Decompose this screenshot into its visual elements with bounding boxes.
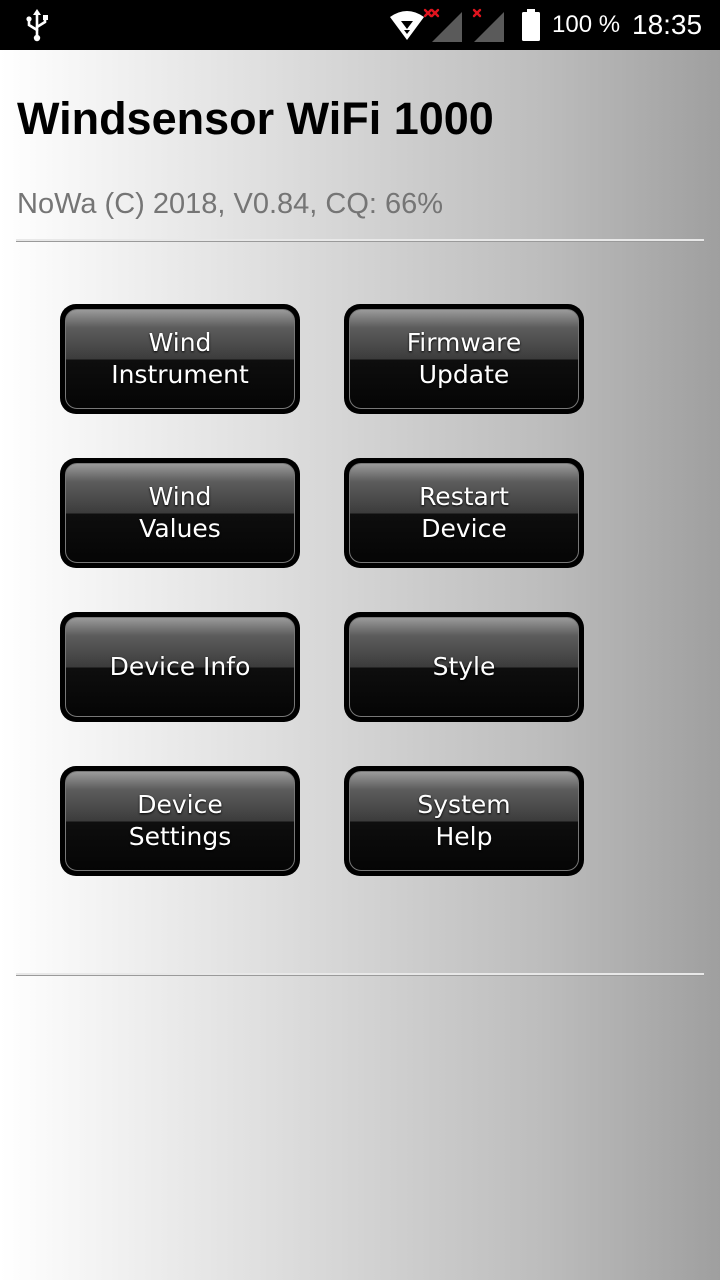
system-help-button[interactable]: System Help [344, 766, 584, 876]
button-label: Restart Device [419, 482, 509, 543]
style-button[interactable]: Style [344, 612, 584, 722]
button-label: Style [432, 652, 496, 681]
button-face: System Help [349, 771, 579, 871]
clock: 18:35 [632, 9, 703, 40]
button-face: Device Settings [65, 771, 295, 871]
button-label: System Help [417, 790, 511, 851]
battery-percentage: 100 % [552, 11, 621, 38]
button-label: Firmware Update [406, 328, 522, 389]
status-bar: 100 % 18:35 [0, 0, 720, 50]
version-info: NoWa (C) 2018, V0.84, CQ: 66% [17, 188, 444, 220]
bottom-divider [16, 973, 704, 976]
button-face: Device Info [65, 617, 295, 717]
wind-values-button[interactable]: Wind Values [60, 458, 300, 568]
button-face: Restart Device [349, 463, 579, 563]
firmware-update-button[interactable]: Firmware Update [344, 304, 584, 414]
device-info-button[interactable]: Device Info [60, 612, 300, 722]
button-label: Device Settings [128, 790, 232, 851]
button-face: Style [349, 617, 579, 717]
main-content: Windsensor WiFi 1000 NoWa (C) 2018, V0.8… [0, 50, 720, 1280]
signal-no-service-icon [472, 8, 504, 42]
button-label: Wind Values [139, 482, 221, 543]
usb-icon [26, 9, 48, 42]
button-face: Firmware Update [349, 309, 579, 409]
page-title: Windsensor WiFi 1000 [17, 93, 494, 144]
signal-no-service-icon [430, 8, 462, 42]
top-divider [16, 239, 704, 242]
button-label: Wind Instrument [111, 328, 249, 389]
button-face: Wind Instrument [65, 309, 295, 409]
restart-device-button[interactable]: Restart Device [344, 458, 584, 568]
wind-instrument-button[interactable]: Wind Instrument [60, 304, 300, 414]
button-face: Wind Values [65, 463, 295, 563]
device-settings-button[interactable]: Device Settings [60, 766, 300, 876]
button-label: Device Info [109, 652, 251, 681]
battery-full-icon [522, 9, 540, 41]
